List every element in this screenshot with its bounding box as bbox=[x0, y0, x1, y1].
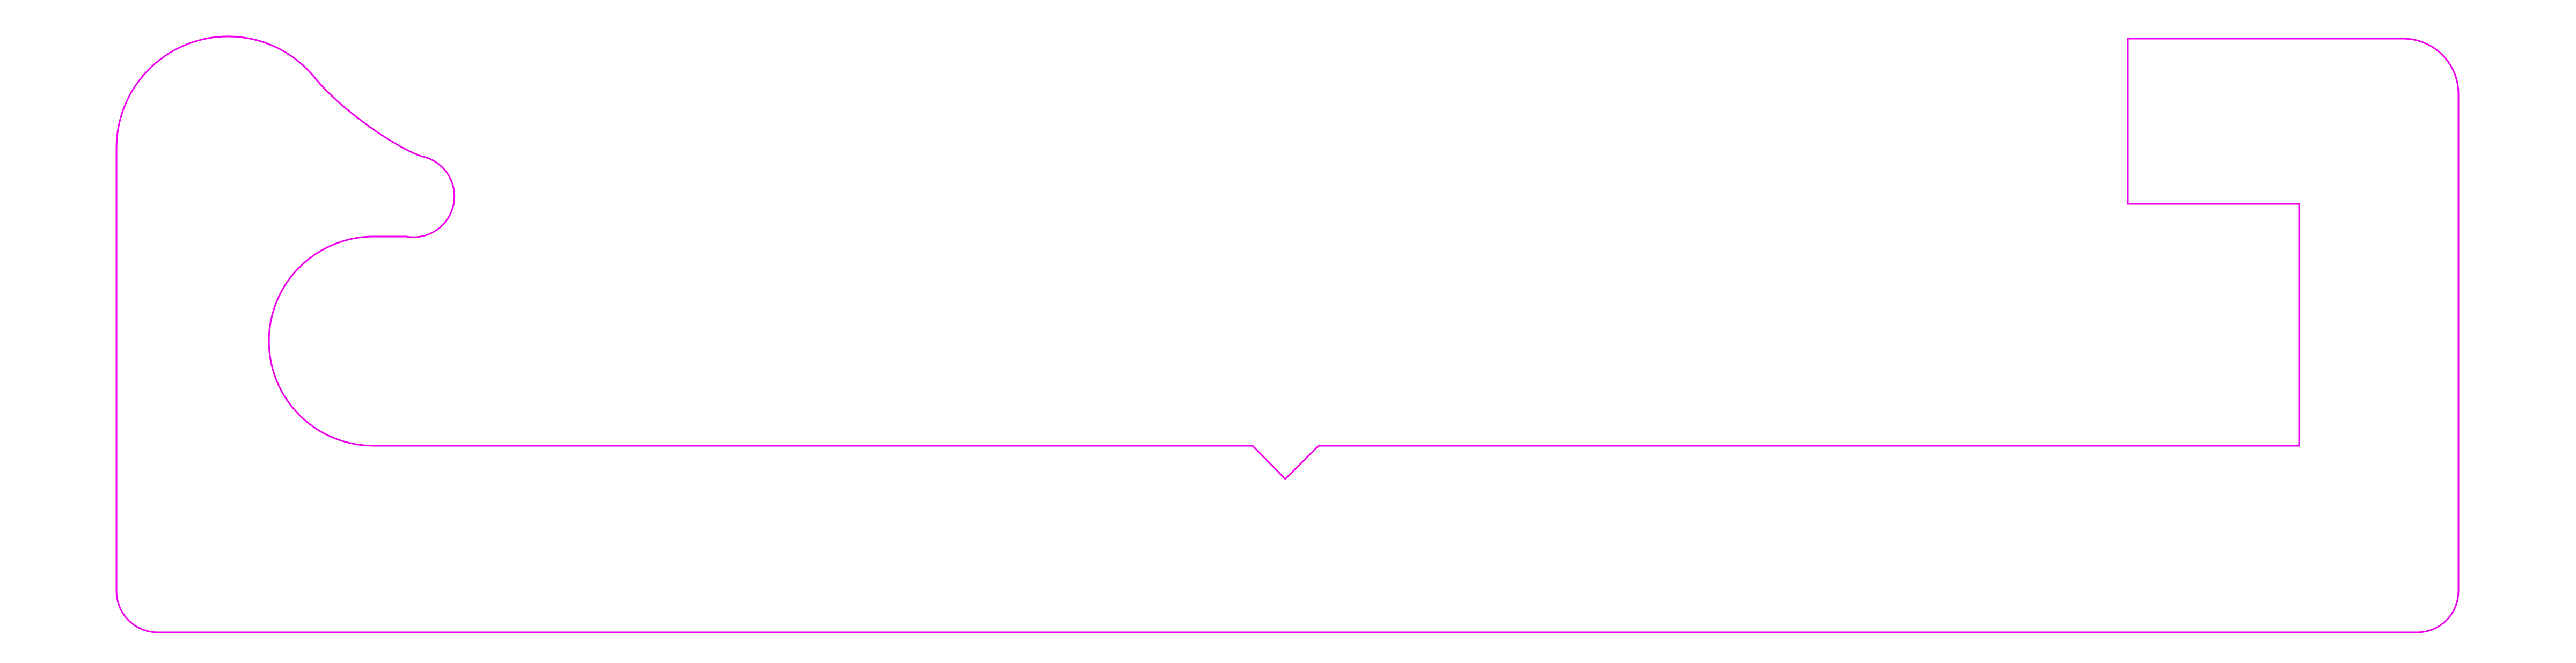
outline-canvas bbox=[115, 35, 2460, 633]
cut-outline-path bbox=[115, 35, 2460, 633]
